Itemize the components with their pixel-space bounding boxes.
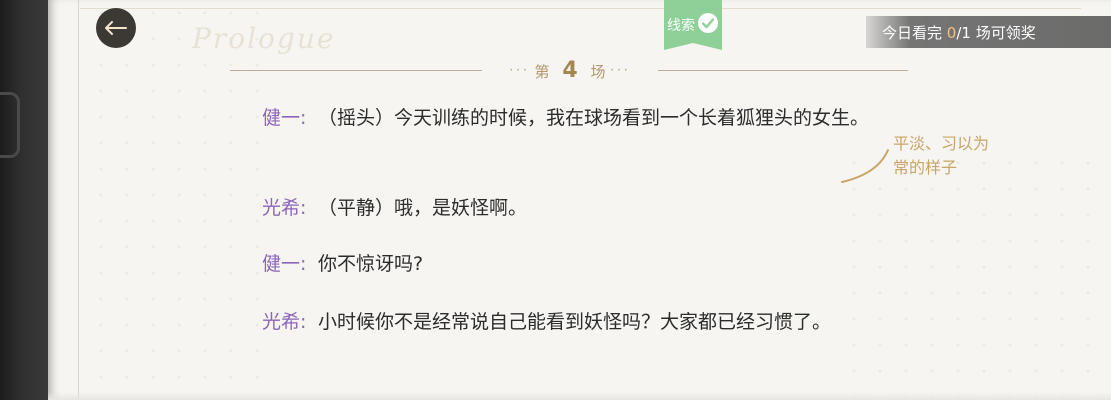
dialogue-line: 光希: （平静）哦，是妖怪啊。 — [262, 192, 902, 224]
back-button[interactable] — [96, 8, 136, 48]
scene-number: 4 — [562, 58, 578, 83]
dialogue-text: （摇头）今天训练的时候，我在球场看到一个长着狐狸头的女生。 — [318, 107, 870, 129]
dialogue-line: 健一: （摇头）今天训练的时候，我在球场看到一个长着狐狸头的女生。 — [262, 102, 902, 134]
stage-direction-note: 平淡、习以为常的样子 — [893, 134, 990, 177]
scene-divider-right — [658, 70, 908, 71]
speaker-name: 光希: — [262, 197, 307, 219]
annotation-stroke — [841, 149, 889, 183]
dialogue-text: 你不惊讶吗? — [318, 253, 424, 275]
binding-ring — [0, 92, 20, 158]
check-icon — [698, 13, 718, 33]
page-edge — [78, 0, 79, 400]
dialogue-line: 光希: 小时候你不是经常说自己能看到妖怪吗？大家都已经习惯了。 — [262, 306, 902, 338]
daily-reward-suffix: 场可领奖 — [970, 23, 1036, 42]
speaker-name: 光希: — [262, 311, 307, 333]
daily-reward-total: /1 — [956, 23, 971, 42]
dialogue-line: 健一: 你不惊讶吗? — [262, 248, 902, 280]
back-arrow-icon — [105, 21, 127, 35]
daily-reward-current: 0 — [946, 23, 957, 42]
scene-title: ··· 第 4 场 ··· — [482, 58, 658, 83]
daily-reward-progress[interactable]: 今日看完 0/1 场可领奖 — [866, 16, 1111, 48]
daily-reward-prefix: 今日看完 — [882, 23, 947, 42]
speaker-name: 健一: — [262, 253, 307, 275]
speaker-name: 健一: — [262, 107, 307, 129]
dialogue-text: （平静）哦，是妖怪啊。 — [318, 197, 528, 219]
scene-divider-left — [230, 70, 482, 71]
book-spine — [0, 0, 48, 400]
daily-reward-text: 今日看完 0/1 场可领奖 — [882, 22, 1036, 43]
page-bottom-fade — [48, 392, 1111, 400]
decorative-script-watermark: Prologue — [192, 22, 336, 55]
clue-tab[interactable]: 线索 — [664, 0, 722, 50]
dots-left: ··· — [509, 63, 530, 77]
clue-tab-label: 线索 — [667, 18, 695, 34]
dots-right: ··· — [610, 63, 631, 77]
scene-header: ··· 第 4 场 ··· — [230, 58, 908, 83]
dialogue-text: 小时候你不是经常说自己能看到妖怪吗？大家都已经习惯了。 — [318, 311, 832, 333]
scene-prefix: 第 — [534, 63, 550, 81]
scene-suffix: 场 — [590, 63, 606, 81]
